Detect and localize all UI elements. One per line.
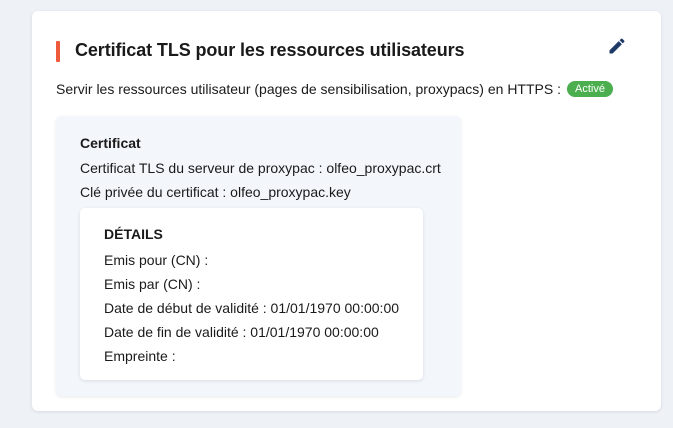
pencil-icon <box>607 36 627 61</box>
fingerprint-field: Empreinte : <box>104 348 176 364</box>
certificate-title: Certificat <box>80 135 141 151</box>
server-certificate-value: Certificat TLS du serveur de proxypac : … <box>80 160 441 176</box>
issued-by-field: Emis par (CN) : <box>104 276 201 292</box>
valid-to-field: Date de fin de validité : 01/01/1970 00:… <box>104 324 379 340</box>
edit-button[interactable] <box>604 35 630 61</box>
https-setting-label: Servir les ressources utilisateur (pages… <box>56 81 561 97</box>
title-accent-bar <box>56 41 60 62</box>
certificate-details-panel: DÉTAILS Emis pour (CN) : Emis par (CN) :… <box>80 208 423 380</box>
tls-certificate-card: Certificat TLS pour les ressources utili… <box>32 11 661 411</box>
section-title: Certificat TLS pour les ressources utili… <box>75 40 465 60</box>
status-badge: Activé <box>566 81 613 97</box>
private-key-value: Clé privée du certificat : olfeo_proxypa… <box>80 184 351 200</box>
certificate-panel: Certificat Certificat TLS du serveur de … <box>56 116 461 396</box>
valid-from-field: Date de début de validité : 01/01/1970 0… <box>104 300 400 316</box>
details-title: DÉTAILS <box>104 226 163 242</box>
issued-to-field: Emis pour (CN) : <box>104 252 209 268</box>
https-setting-row: Servir les ressources utilisateur (pages… <box>56 81 613 97</box>
